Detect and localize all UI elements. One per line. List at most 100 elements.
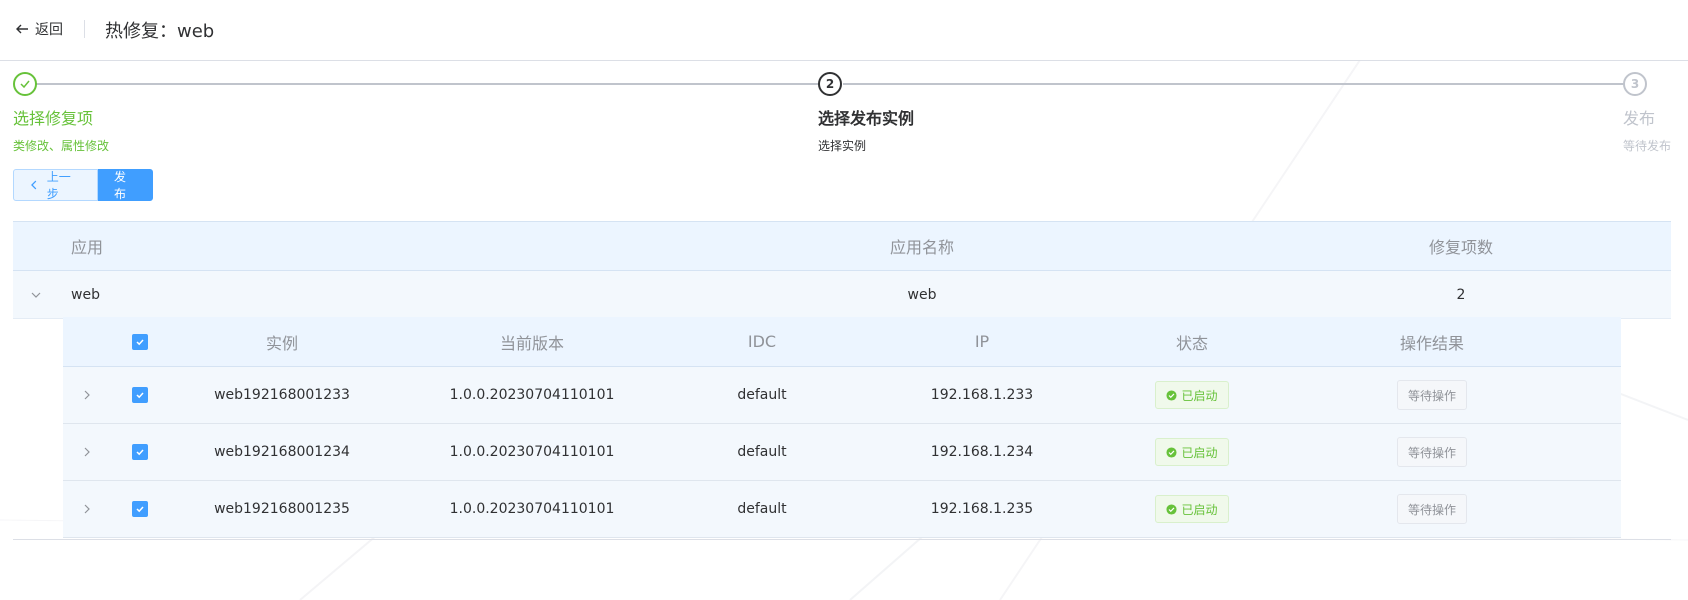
app-row[interactable]: web web 2 xyxy=(13,271,1671,319)
step-2-desc: 选择实例 xyxy=(818,139,867,153)
page-title: 热修复：web xyxy=(105,21,215,42)
idc-cell: default xyxy=(737,444,787,460)
step-2-icon: 2 xyxy=(818,72,842,96)
checkbox-checked-icon xyxy=(136,338,144,345)
row-checkbox[interactable] xyxy=(132,444,148,460)
version-cell: 1.0.0.20230704110101 xyxy=(449,501,615,517)
step-3: 3 发布 等待发布 xyxy=(1623,72,1671,154)
chevron-right-icon xyxy=(84,504,90,514)
publish-label: 发布 xyxy=(114,170,127,201)
status-badge: 已启动 xyxy=(1155,381,1229,409)
app-cell: web xyxy=(71,286,100,303)
select-all-cell[interactable] xyxy=(132,317,148,366)
col-app: 应用 xyxy=(71,238,104,257)
col-instance: 实例 xyxy=(265,333,298,353)
result-cell: 等待操作 xyxy=(1342,367,1522,423)
instance-row[interactable]: web192168001233 1.0.0.20230704110101 def… xyxy=(63,367,1621,424)
status-label: 已启动 xyxy=(1181,445,1218,460)
step-3-title: 发布 xyxy=(1623,109,1656,128)
prev-step-button[interactable]: 上一步 xyxy=(13,169,98,201)
chevron-right-icon xyxy=(84,390,90,400)
publish-button[interactable]: 发布 xyxy=(98,169,153,201)
status-label: 已启动 xyxy=(1181,502,1218,517)
row-checkbox-cell[interactable] xyxy=(132,424,148,480)
checkbox-checked-icon xyxy=(136,449,144,456)
col-app-name: 应用名称 xyxy=(889,238,954,257)
idc-cell: default xyxy=(737,387,787,403)
step-2-title: 选择发布实例 xyxy=(818,109,915,128)
status-cell: 已启动 xyxy=(1122,481,1262,537)
status-badge: 已启动 xyxy=(1155,438,1229,466)
steps: 选择修复项 类修改、属性修改 2 选择发布实例 选择实例 3 发布 等待发布 xyxy=(13,72,1675,154)
step-3-desc: 等待发布 xyxy=(1623,139,1672,153)
row-checkbox[interactable] xyxy=(132,387,148,403)
chevron-right-icon xyxy=(84,447,90,457)
arrow-left-icon xyxy=(16,24,28,34)
version-cell: 1.0.0.20230704110101 xyxy=(449,444,615,460)
row-expand-toggle[interactable] xyxy=(81,424,93,480)
wait-operation-button[interactable]: 等待操作 xyxy=(1396,380,1467,410)
back-button[interactable]: 返回 xyxy=(14,18,63,40)
step-1-icon xyxy=(13,72,37,96)
step-1: 选择修复项 类修改、属性修改 xyxy=(13,72,109,154)
result-cell: 等待操作 xyxy=(1342,481,1522,537)
status-badge: 已启动 xyxy=(1155,495,1229,523)
step-actions: 上一步 发布 xyxy=(13,169,153,201)
chevron-left-icon xyxy=(31,180,37,190)
step-2: 2 选择发布实例 选择实例 xyxy=(818,72,914,154)
step-3-icon: 3 xyxy=(1623,72,1647,96)
instance-table-header: 实例 当前版本 IDC IP 状态 操作结果 xyxy=(63,317,1621,367)
row-checkbox-cell[interactable] xyxy=(132,481,148,537)
instance-row[interactable]: web192168001235 1.0.0.20230704110101 def… xyxy=(63,481,1621,538)
prev-step-label: 上一步 xyxy=(46,170,71,201)
wait-operation-button[interactable]: 等待操作 xyxy=(1396,437,1467,467)
instance-row[interactable]: web192168001234 1.0.0.20230704110101 def… xyxy=(63,424,1621,481)
step-1-desc: 类修改、属性修改 xyxy=(13,139,110,153)
fix-count-cell: 2 xyxy=(1456,286,1466,303)
status-label: 已启动 xyxy=(1181,388,1218,403)
checkbox-checked-icon xyxy=(136,506,144,513)
ip-cell: 192.168.1.233 xyxy=(930,387,1034,403)
ip-cell: 192.168.1.234 xyxy=(930,444,1034,460)
row-collapse-toggle[interactable] xyxy=(30,271,42,318)
step-1-title: 选择修复项 xyxy=(13,109,94,128)
row-checkbox-cell[interactable] xyxy=(132,367,148,423)
ip-cell: 192.168.1.235 xyxy=(930,501,1034,517)
app-name-cell: web xyxy=(907,286,937,303)
col-version: 当前版本 xyxy=(499,333,564,353)
row-checkbox[interactable] xyxy=(132,501,148,517)
row-expand-toggle[interactable] xyxy=(81,367,93,423)
page: 返回 热修复：web 选择修复项 类修改、属性修改 2 选择发布实例 选择实例 … xyxy=(0,0,1688,600)
status-cell: 已启动 xyxy=(1122,367,1262,423)
step-line-2 xyxy=(843,83,1639,85)
header-divider xyxy=(84,20,85,38)
instance-cell: web192168001233 xyxy=(214,387,350,403)
check-circle-icon xyxy=(1166,446,1178,458)
col-fix-count: 修复项数 xyxy=(1428,238,1493,257)
col-status: 状态 xyxy=(1175,333,1208,353)
idc-cell: default xyxy=(737,501,787,517)
version-cell: 1.0.0.20230704110101 xyxy=(449,387,615,403)
instance-cell: web192168001235 xyxy=(214,501,350,517)
app-table-header: 应用 应用名称 修复项数 xyxy=(13,221,1671,271)
col-idc: IDC xyxy=(747,332,777,351)
select-all-checkbox[interactable] xyxy=(132,333,148,350)
result-cell: 等待操作 xyxy=(1342,424,1522,480)
status-cell: 已启动 xyxy=(1122,424,1262,480)
step-line-1 xyxy=(37,83,831,85)
instance-table: 实例 当前版本 IDC IP 状态 操作结果 web192168001233 1… xyxy=(63,317,1621,538)
check-icon xyxy=(20,80,30,89)
table-bottom-border xyxy=(13,539,1671,540)
page-header: 返回 热修复：web xyxy=(0,0,1688,61)
row-expand-toggle[interactable] xyxy=(81,481,93,537)
wait-operation-button[interactable]: 等待操作 xyxy=(1396,494,1467,524)
instance-cell: web192168001234 xyxy=(214,444,350,460)
app-table: 应用 应用名称 修复项数 web web 2 实例 当前版本 IDC IP 状态… xyxy=(13,221,1671,540)
check-circle-icon xyxy=(1166,503,1178,515)
col-result: 操作结果 xyxy=(1399,333,1464,353)
check-circle-icon xyxy=(1166,389,1178,401)
back-label: 返回 xyxy=(35,22,63,38)
checkbox-checked-icon xyxy=(136,392,144,399)
chevron-down-icon xyxy=(31,292,41,298)
col-ip: IP xyxy=(974,332,990,351)
